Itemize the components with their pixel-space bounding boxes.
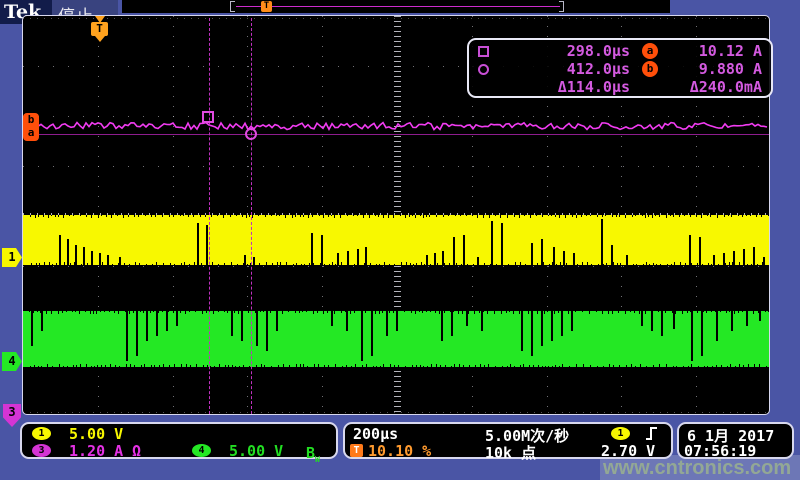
bandwidth-limit-icon: BW: [306, 444, 320, 464]
cursor-b-vertical-line[interactable]: [251, 18, 252, 414]
cursor-a-vertical-line[interactable]: [209, 18, 210, 414]
ch4-scale[interactable]: 5.00 V: [229, 442, 283, 460]
circle-cursor-icon: [478, 64, 489, 75]
trigger-level[interactable]: 2.70 V: [601, 442, 655, 460]
edge-noise: [769, 366, 770, 367]
trigger-pin-tip-icon: [95, 36, 105, 42]
cursor-a-label: a: [23, 126, 39, 139]
cursor-b-label: b: [23, 113, 39, 126]
ch1-scale[interactable]: 5.00 V: [69, 425, 123, 443]
cursor-a-time: 298.0µs: [504, 42, 630, 60]
trigger-position-t-icon: T: [350, 444, 363, 457]
square-cursor-icon: [478, 46, 489, 57]
cursor-delta-amplitude: Δ240.0mA: [670, 78, 762, 96]
trigger-position-percent: 10.10 %: [368, 442, 431, 460]
record-trigger-marker-icon[interactable]: T: [261, 1, 272, 12]
trigger-position-marker[interactable]: T: [91, 16, 108, 42]
ch3-position-marker[interactable]: 3: [3, 404, 21, 427]
record-waveform-preview: [236, 6, 560, 7]
trigger-source-badge[interactable]: 1: [611, 427, 630, 440]
cursor-a-square-icon[interactable]: [202, 111, 214, 123]
ch3-impedance: Ω: [132, 442, 141, 460]
ch4-badge[interactable]: 4: [192, 444, 211, 457]
trigger-t-icon: T: [91, 22, 108, 36]
cursor-ab-track-badge[interactable]: b a: [23, 113, 39, 141]
cursor-a-badge: a: [642, 43, 658, 59]
window-bracket-left-icon: [230, 1, 235, 12]
record-position-bar[interactable]: T: [122, 0, 670, 13]
cursor-b-badge: b: [642, 61, 658, 77]
datetime-box: 6 1月 2017 07:56:19: [677, 422, 794, 459]
ch3-reference-line: [25, 134, 769, 135]
time-display: 07:56:19: [684, 442, 756, 460]
oscilloscope-screen: Tek 停止 T T b a 1 4 3 298.0µs a 10: [0, 0, 800, 480]
record-length: 10k 点: [485, 442, 536, 463]
cursor-b-time: 412.0µs: [504, 60, 630, 78]
cursor-b-circle-icon[interactable]: [245, 128, 257, 140]
cursor-a-amplitude: 10.12 A: [670, 42, 762, 60]
ch1-position-marker[interactable]: 1: [2, 248, 22, 267]
watermark-text: www.cntronics.com: [603, 457, 791, 480]
vertical-scale-box: 1 5.00 V 3 1.20 A Ω 4 5.00 V BW: [20, 422, 338, 459]
ch3-scale[interactable]: 1.20 A: [69, 442, 123, 460]
window-bracket-right-icon: [559, 1, 564, 12]
timebase[interactable]: 200µs: [353, 425, 398, 443]
edge-noise: [769, 263, 770, 265]
cursor-delta-time: Δ114.0µs: [504, 78, 630, 96]
ch3-badge[interactable]: 3: [32, 444, 51, 457]
ch1-badge[interactable]: 1: [32, 427, 51, 440]
horizontal-trigger-box: 200µs 5.00M次/秒 1 T 10.10 % 10k 点 2.70 V: [343, 422, 673, 459]
rising-edge-icon: [644, 426, 660, 441]
cursor-readout-box: 298.0µs a 10.12 A 412.0µs b 9.880 A Δ114…: [467, 38, 773, 98]
ch4-position-marker[interactable]: 4: [2, 352, 22, 371]
cursor-b-amplitude: 9.880 A: [670, 60, 762, 78]
